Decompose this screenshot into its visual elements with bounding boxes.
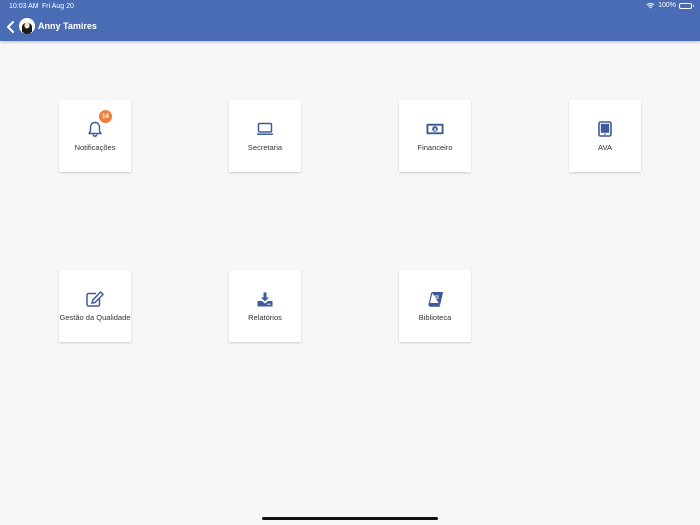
user-name: Anny Tamires (38, 21, 97, 31)
wifi-icon (646, 2, 655, 9)
tile-notificacoes[interactable]: 14 Notificações (59, 100, 131, 172)
avatar[interactable] (19, 18, 35, 34)
status-indicators: 100% (646, 2, 694, 9)
chevron-left-icon[interactable] (5, 20, 17, 34)
edit-icon (86, 290, 104, 308)
book-icon (426, 290, 444, 308)
tablet-icon (596, 120, 614, 138)
tile-label: Biblioteca (418, 313, 452, 322)
home-indicator[interactable] (262, 517, 438, 520)
tile-financeiro[interactable]: $ Financeiro (399, 100, 471, 172)
app-header: 10:03 AM Fri Aug 20 100% Anny Tamires (0, 0, 700, 41)
battery-percent: 100% (658, 2, 676, 9)
tile-label: Secretaria (247, 143, 283, 152)
money-bill-icon: $ (426, 120, 444, 138)
tile-biblioteca[interactable]: Biblioteca (399, 270, 471, 342)
tile-gestao-qualidade[interactable]: Gestão da Qualidade (59, 270, 131, 342)
status-date: Fri Aug 20 (42, 3, 74, 10)
tile-label: Gestão da Qualidade (59, 313, 131, 322)
tile-label: Financeiro (417, 143, 453, 152)
svg-text:$: $ (434, 127, 437, 133)
tile-label: Relatórios (248, 313, 282, 322)
battery-icon (679, 2, 694, 9)
tile-ava[interactable]: AVA (569, 100, 641, 172)
status-time: 10:03 AM (9, 3, 39, 10)
download-icon (256, 290, 274, 308)
tile-label: AVA (598, 143, 612, 152)
laptop-icon (256, 120, 274, 138)
tile-relatorios[interactable]: Relatórios (229, 270, 301, 342)
status-bar: 10:03 AM Fri Aug 20 100% (0, 0, 700, 13)
tile-label: Notificações (74, 143, 116, 152)
nav-bar: Anny Tamires (0, 15, 700, 39)
bell-icon (86, 120, 104, 138)
notification-badge: 14 (99, 110, 112, 123)
tile-secretaria[interactable]: Secretaria (229, 100, 301, 172)
